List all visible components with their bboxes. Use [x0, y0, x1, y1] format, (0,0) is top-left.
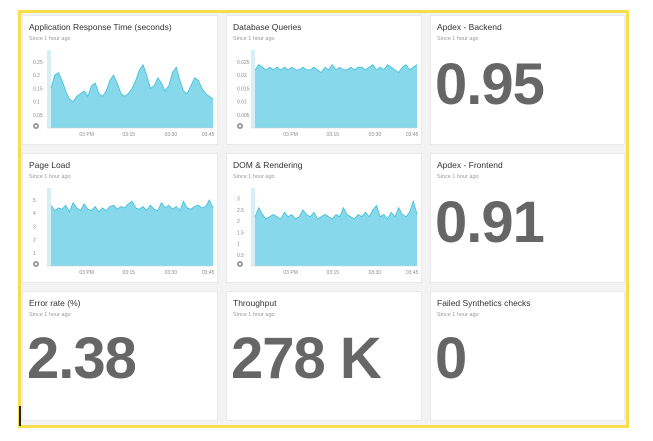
y-tick-label: 2	[33, 238, 36, 244]
x-tick-label: 03:15	[327, 132, 340, 138]
x-tick-label: 03:15	[123, 132, 136, 138]
x-tick-label: 03 PM	[79, 270, 93, 276]
y-tick-label: 0.1	[33, 100, 40, 106]
widget-title: Throughput	[233, 298, 277, 308]
widget-title: Error rate (%)	[29, 298, 81, 308]
x-tick-label: 03:15	[123, 270, 136, 276]
area-fill	[51, 64, 213, 128]
widget-throughput[interactable]: Throughput Since 1 hour ago 278 K	[226, 291, 422, 421]
y-tick-label: 0.2	[33, 73, 40, 79]
y-tick-label: 0.025	[237, 60, 250, 66]
x-tick-label: 03:45	[406, 132, 419, 138]
x-tick-label: 03 PM	[283, 270, 297, 276]
y-tick-label: 0.5	[237, 253, 244, 259]
range-handle	[47, 50, 51, 128]
widget-apdex-backend[interactable]: Apdex - Backend Since 1 hour ago 0.95	[430, 15, 625, 145]
gear-icon-hole	[34, 262, 38, 266]
y-tick-label: 1	[33, 251, 36, 257]
x-tick-label: 03 PM	[79, 132, 93, 138]
widget-title: Failed Synthetics checks	[437, 298, 531, 308]
widget-subtitle: Since 1 hour ago	[29, 312, 71, 318]
x-tick-label: 03:30	[165, 270, 178, 276]
widget-app-response[interactable]: Application Response Time (seconds) Sinc…	[22, 15, 218, 145]
throughput-value: 278 K	[231, 326, 382, 391]
text-cursor	[19, 406, 21, 426]
widget-failed-synthetics[interactable]: Failed Synthetics checks Since 1 hour ag…	[430, 291, 625, 421]
y-tick-label: 0.25	[33, 60, 43, 66]
y-tick-label: 5	[33, 198, 36, 204]
x-tick-label: 03:45	[202, 270, 215, 276]
widget-db-queries[interactable]: Database Queries Since 1 hour ago 0.025 0…	[226, 15, 422, 145]
area-fill	[255, 64, 417, 128]
x-tick-label: 03:30	[369, 270, 382, 276]
x-tick-label: 03:30	[165, 132, 178, 138]
range-handle	[251, 188, 255, 266]
page-load-chart: 5 4 3 2 1 03 PM 03:15 03:30 03:45	[33, 188, 215, 276]
widget-page-load[interactable]: Page Load Since 1 hour ago 5 4 3 2 1 03 PM 03:…	[22, 153, 218, 283]
x-tick-label: 03:45	[202, 132, 215, 138]
y-tick-label: 2	[237, 219, 240, 225]
area-fill	[255, 201, 417, 266]
error-rate-value: 2.38	[27, 326, 137, 391]
apdex-frontend-value: 0.91	[435, 190, 545, 255]
failed-synthetics-value: 0	[435, 326, 467, 391]
y-tick-label: 0.01	[237, 100, 247, 106]
gear-icon-hole	[34, 124, 38, 128]
response-time-chart: 0.25 0.2 0.15 0.1 0.05 03 PM 03:15 03:30 03:45	[33, 50, 215, 138]
widget-subtitle: Since 1 hour ago	[437, 36, 479, 42]
widget-apdex-frontend[interactable]: Apdex - Frontend Since 1 hour ago 0.91	[430, 153, 625, 283]
x-tick-label: 03:45	[406, 270, 419, 276]
x-tick-label: 03:30	[369, 132, 382, 138]
y-tick-label: 0.05	[33, 113, 43, 119]
y-tick-label: 4	[33, 211, 36, 217]
widget-title: Apdex - Backend	[437, 22, 502, 32]
gear-icon-hole	[238, 262, 242, 266]
y-tick-label: 1	[237, 242, 240, 248]
widget-title: Apdex - Frontend	[437, 160, 503, 170]
range-handle	[47, 188, 51, 266]
y-tick-label: 3	[237, 197, 240, 203]
apdex-backend-value: 0.95	[435, 52, 545, 117]
y-tick-label: 0.005	[237, 113, 250, 119]
x-tick-label: 03:15	[327, 270, 340, 276]
widget-subtitle: Since 1 hour ago	[437, 174, 479, 180]
y-tick-label: 0.02	[237, 73, 247, 79]
gear-icon-hole	[238, 124, 242, 128]
range-handle	[251, 50, 255, 128]
dom-rendering-chart: 3 2.5 2 1.5 1 0.5 03 PM 03:15 03:30 03:45	[237, 188, 419, 276]
y-tick-label: 0.15	[33, 86, 43, 92]
db-queries-chart: 0.025 0.02 0.015 0.01 0.005 03 PM 03:15 03:30 03…	[237, 50, 419, 138]
y-tick-label: 2.5	[237, 208, 244, 214]
widget-error-rate[interactable]: Error rate (%) Since 1 hour ago 2.38	[22, 291, 218, 421]
x-tick-label: 03 PM	[283, 132, 297, 138]
y-tick-label: 1.5	[237, 230, 244, 236]
y-tick-label: 0.015	[237, 86, 250, 92]
widget-subtitle: Since 1 hour ago	[233, 312, 275, 318]
widget-dom-rendering[interactable]: DOM & Rendering Since 1 hour ago 3 2.5 2 1.…	[226, 153, 422, 283]
area-fill	[51, 199, 213, 266]
widget-subtitle: Since 1 hour ago	[437, 312, 479, 318]
y-tick-label: 3	[33, 224, 36, 230]
